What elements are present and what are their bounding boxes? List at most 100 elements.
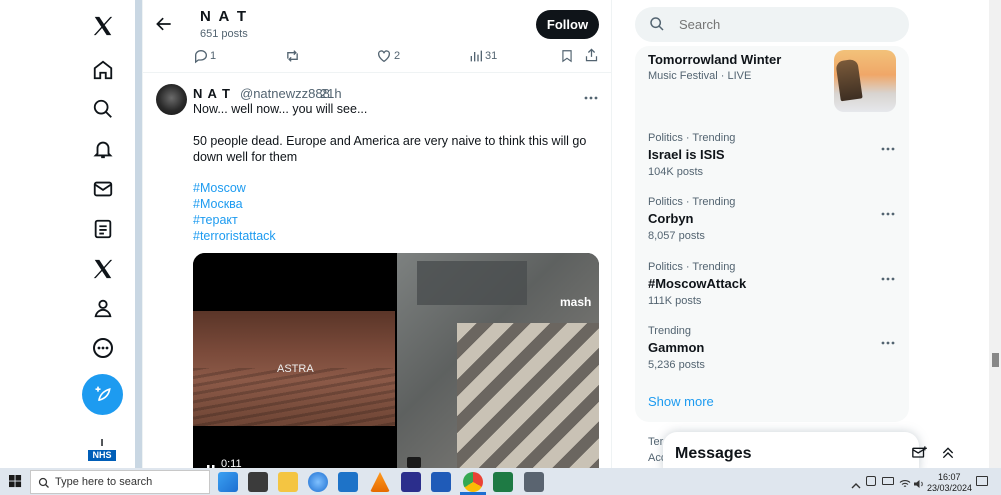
trend-meta: Politics · Trending [648,132,736,144]
hashtag-moscow[interactable]: #Moscow [193,181,246,195]
footer-fragment-1[interactable]: Ter [648,436,663,448]
trend-more-icon[interactable] [881,203,895,221]
hashtag-moskva[interactable]: #Москва [193,197,243,211]
trend-count: 104K posts [648,166,704,178]
view-count: 31 [485,50,498,62]
trend-meta: Politics · Trending [648,261,736,273]
header-name: N A T [200,8,249,25]
trend-name: Corbyn [648,211,694,226]
collapse-drawer-icon[interactable] [940,445,956,466]
scrollbar-thumb[interactable] [992,353,999,367]
feather-plus-icon [95,386,111,401]
views-chart-icon[interactable] [468,48,484,69]
back-arrow-icon[interactable] [154,14,174,39]
tweet-text-line2: 50 people dead. Europe and America are v… [193,134,587,164]
post-divider [142,72,612,73]
compose-post-button[interactable] [82,374,123,415]
tray-chevron-up-icon[interactable] [851,477,861,495]
tweet-avatar[interactable] [156,84,187,115]
vpn-app-icon[interactable] [401,472,421,492]
tray-wifi-icon[interactable] [899,476,911,494]
explore-search-icon[interactable] [89,95,117,123]
page-scrollbar[interactable] [989,0,1001,468]
trend-meta: Politics · Trending [648,196,736,208]
trend-name: Gammon [648,340,705,355]
terminal-app-icon[interactable] [248,472,268,492]
repost-icon[interactable] [284,48,301,69]
globe-app-icon[interactable] [308,472,328,492]
lists-icon[interactable] [89,215,117,243]
messages-drawer[interactable]: Messages [663,432,919,472]
trending-top-subtitle: Music Festival · LIVE [648,70,752,82]
home-icon[interactable] [89,56,117,84]
hashtag-terakt[interactable]: #теракт [193,213,238,227]
taskbar-time[interactable]: 16:07 [938,472,961,482]
hashtag-terroristattack[interactable]: #terroristattack [193,229,276,243]
tweet-more-icon[interactable] [584,88,598,106]
nhs-avatar-logo[interactable]: I NHS [88,439,116,465]
trend-item-4[interactable]: Trending Gammon 5,236 posts [648,325,898,371]
media-right-video-frame: mash [397,253,599,468]
tray-battery-icon[interactable] [882,477,894,485]
follow-button[interactable]: Follow [536,10,599,39]
file-explorer-icon[interactable] [278,472,298,492]
profile-person-icon[interactable] [89,294,117,322]
trend-more-icon[interactable] [881,138,895,156]
like-heart-icon[interactable] [376,48,392,69]
bookmark-icon[interactable] [560,48,574,69]
media-right-watermark: mash [560,295,592,309]
calculator-icon[interactable] [524,472,544,492]
taskbar-date[interactable]: 23/03/2024 [927,483,972,493]
trend-name: Israel is ISIS [648,147,725,162]
search-icon [649,16,665,37]
reply-count: 1 [210,50,217,62]
windows-start-icon[interactable] [9,475,22,493]
compose-message-icon[interactable] [911,445,928,466]
trend-item-3[interactable]: Politics · Trending #MoscowAttack 111K p… [648,261,898,307]
left-scroll-strip [135,0,142,468]
word-icon[interactable] [431,472,451,492]
nhs-logo-top: I [100,438,104,449]
trend-more-icon[interactable] [881,332,895,350]
trend-count: 8,057 posts [648,230,705,242]
trend-item-2[interactable]: Politics · Trending Corbyn 8,057 posts [648,196,898,242]
header-post-count: 651 posts [200,28,248,40]
task-view-icon[interactable] [218,472,238,492]
trending-top-thumbnail[interactable] [834,50,896,112]
tweet-author-name[interactable]: N A T [193,86,231,101]
share-icon[interactable] [584,47,599,68]
mail-app-icon[interactable] [338,472,358,492]
trending-top-title[interactable]: Tomorrowland Winter [648,52,781,67]
notification-center-icon[interactable] [976,476,988,486]
taskbar-search-icon [38,476,50,494]
tray-volume-icon[interactable] [913,476,925,494]
trend-name: #MoscowAttack [648,276,747,291]
video-pause-icon[interactable] [207,460,215,468]
x-logo-icon[interactable] [89,12,117,40]
more-circle-icon[interactable] [89,334,117,362]
tweet-text-line1: Now... well now... you will see... [193,102,368,116]
excel-icon[interactable] [493,472,513,492]
show-more-link[interactable]: Show more [648,394,714,409]
video-expand-icon[interactable] [407,457,421,468]
tray-network-icon[interactable] [866,476,876,486]
trend-count: 5,236 posts [648,359,705,371]
trend-meta: Trending [648,325,692,337]
like-count: 2 [394,50,401,62]
video-time: 0:11 [221,458,242,468]
premium-x-icon[interactable] [89,255,117,283]
reply-icon[interactable] [193,48,209,69]
search-input[interactable] [679,15,889,34]
chrome-icon[interactable] [463,472,483,492]
messages-envelope-icon[interactable] [89,175,117,203]
notifications-bell-icon[interactable] [89,135,117,163]
trend-more-icon[interactable] [881,268,895,286]
search-box[interactable] [635,7,909,42]
taskbar-search-box[interactable]: Type here to search [30,470,210,494]
media-left-video-frame: ASTRA 0:11 [193,253,395,468]
trend-item-1[interactable]: Politics · Trending Israel is ISIS 104K … [648,132,898,178]
nhs-logo-bottom: NHS [88,450,116,461]
messages-title: Messages [675,445,752,462]
tweet-time[interactable]: · 21h [312,86,342,101]
tweet-media[interactable]: ASTRA 0:11 mash [193,253,599,468]
